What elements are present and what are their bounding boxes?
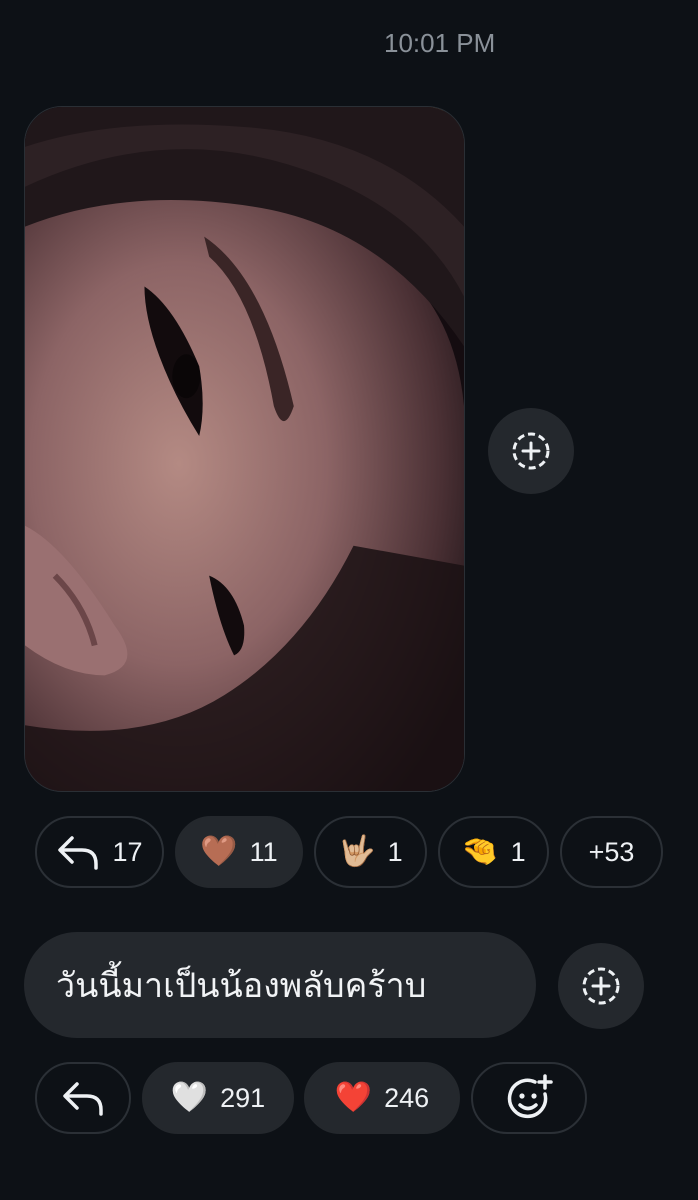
reaction-count: 291 (220, 1082, 266, 1113)
white-heart-icon: 🤍 (170, 1081, 209, 1114)
add-reaction-button[interactable] (558, 943, 644, 1029)
message-timestamp: 10:01 PM (384, 28, 496, 58)
add-reaction-icon (582, 967, 620, 1005)
more-reactions-button[interactable]: +53 (560, 816, 663, 888)
add-reaction-icon (512, 432, 550, 470)
brown-heart-icon: 🤎 (200, 835, 238, 868)
red-heart-icon: ❤️ (334, 1081, 373, 1114)
reaction-white-heart[interactable]: 🤍 291 (142, 1062, 294, 1134)
more-reactions-count: +53 (588, 836, 635, 867)
message-text: วันนี้มาเป็นน้องพลับคร้าบ (56, 966, 427, 1006)
add-emoji-button[interactable] (471, 1062, 587, 1134)
reaction-count: 1 (510, 836, 526, 867)
reply-icon (58, 836, 99, 870)
reply-button[interactable] (35, 1062, 131, 1134)
reply-icon (63, 1082, 103, 1116)
pinching-hand-icon: 🤏 (461, 835, 499, 868)
reaction-count: 11 (249, 836, 278, 867)
reply-button[interactable]: 17 (35, 816, 164, 888)
selfie-photo (25, 107, 464, 791)
love-you-hand-icon: 🤟🏼 (338, 835, 376, 868)
reaction-brown-heart[interactable]: 🤎 11 (175, 816, 303, 888)
reply-count: 17 (112, 836, 143, 867)
message-bubble[interactable]: วันนี้มาเป็นน้องพลับคร้าบ (24, 932, 536, 1038)
reaction-count: 246 (384, 1082, 430, 1113)
reaction-pinching-hand[interactable]: 🤏 1 (438, 816, 549, 888)
add-emoji-icon (507, 1074, 553, 1119)
reaction-love-you-hand[interactable]: 🤟🏼 1 (314, 816, 427, 888)
add-reaction-button[interactable] (488, 408, 574, 494)
reaction-count: 1 (387, 836, 403, 867)
reaction-red-heart[interactable]: ❤️ 246 (304, 1062, 460, 1134)
photo-attachment[interactable] (24, 106, 465, 792)
